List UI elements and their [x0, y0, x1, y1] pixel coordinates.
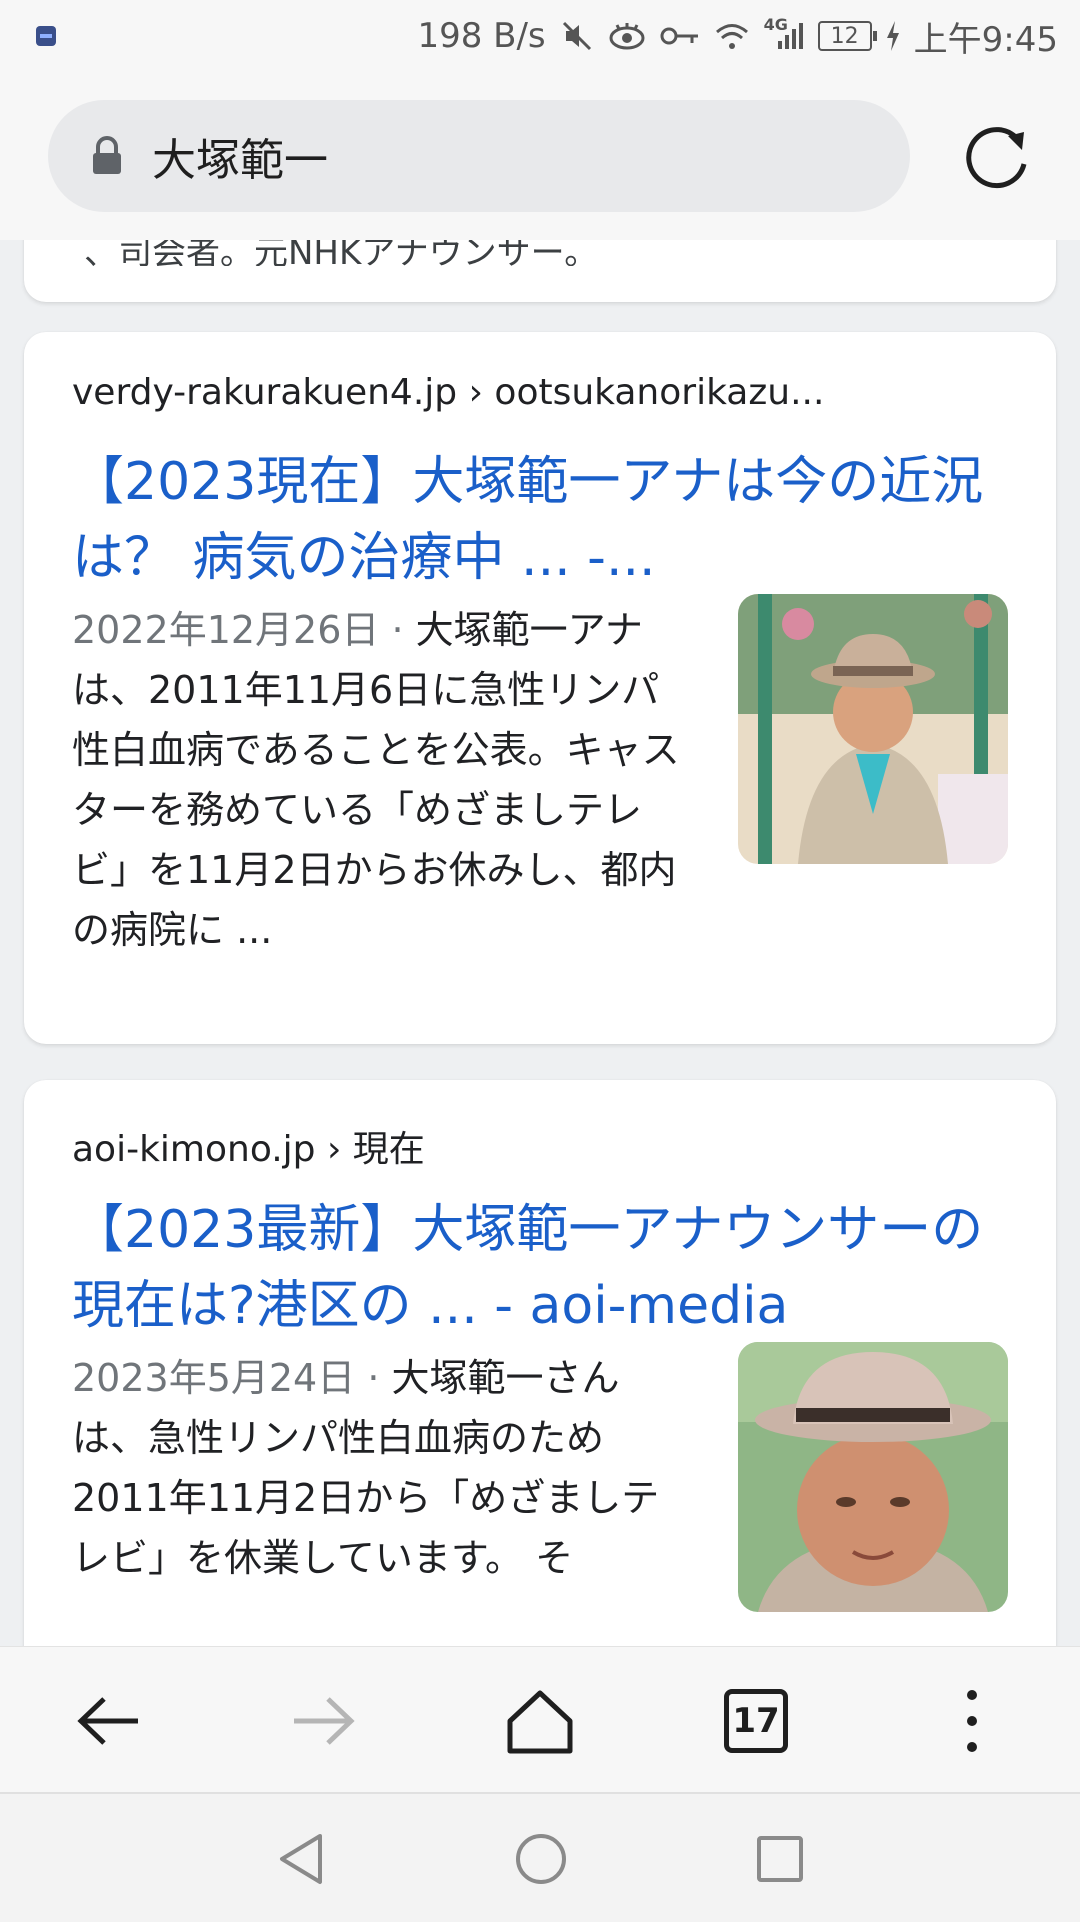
result-title-link[interactable]: 【2023最新】大塚範一アナウンサーの現在は?港区の ... - aoi-med… [72, 1192, 1032, 1344]
wifi-icon [714, 21, 750, 51]
home-icon [507, 1690, 573, 1754]
more-vertical-icon [967, 1690, 977, 1752]
url-text[interactable]: 大塚範一 [152, 124, 328, 188]
clock: 上午9:45 [913, 19, 1058, 60]
lock-icon [90, 136, 124, 176]
result-snippet-block: 2022年12月26日 · 大塚範一アナは、2011年11月6日に急性リンパ性白… [72, 600, 692, 960]
square-recents-icon [757, 1836, 803, 1882]
back-arrow-icon [77, 1697, 138, 1745]
battery-level: 12 [830, 23, 859, 49]
eye-comfort-icon [608, 21, 646, 51]
result-breadcrumb[interactable]: aoi-kimono.jp › 現在 [72, 1120, 425, 1172]
tab-count: 17 [724, 1689, 788, 1753]
key-icon [660, 24, 700, 48]
forward-button[interactable] [282, 1679, 366, 1763]
browser-address-area: 大塚範一 [0, 72, 1080, 240]
reload-icon[interactable] [960, 118, 1036, 194]
nav-back-button[interactable] [266, 1824, 336, 1894]
result-date: 2023年5月24日 [72, 1356, 356, 1400]
net-speed: 198 B/s [417, 16, 546, 56]
cellular-signal-icon: 4G [764, 15, 804, 51]
result-title-link[interactable]: 【2023現在】大塚範一アナは今の近況は？ 病気の治療中 ... -... [72, 444, 1032, 596]
nav-recents-button[interactable] [745, 1824, 815, 1894]
result-breadcrumb[interactable]: verdy-rakurakuen4.jp › ootsukanorikazu..… [72, 372, 824, 413]
app-notification-icon [36, 26, 56, 46]
mute-icon [560, 19, 594, 53]
search-result-card[interactable]: verdy-rakurakuen4.jp › ootsukanorikazu..… [24, 332, 1056, 1044]
date-separator: · [379, 608, 416, 652]
battery-icon: 12 [817, 21, 877, 51]
system-navigation-bar [0, 1792, 1080, 1922]
forward-arrow-icon [294, 1697, 355, 1745]
result-thumbnail[interactable] [738, 1342, 1008, 1612]
circle-home-icon [516, 1834, 566, 1884]
result-snippet: 大塚範一アナは、2011年11月6日に急性リンパ性白血病であることを公表。キャス… [72, 608, 680, 952]
previous-result-snippet: 、司会者。元NHKアナウンサー。 [84, 240, 599, 266]
result-date: 2022年12月26日 [72, 608, 380, 652]
status-bar: 198 B/s 4G 12 上午9:45 [0, 0, 1080, 72]
result-thumbnail[interactable] [738, 594, 1008, 864]
url-field[interactable]: 大塚範一 [48, 100, 910, 212]
tabs-button[interactable]: 17 [714, 1679, 798, 1763]
network-type: 4G [763, 15, 788, 34]
date-separator: · [355, 1356, 392, 1400]
previous-result-card[interactable]: 、司会者。元NHKアナウンサー。 [24, 240, 1056, 302]
search-result-card[interactable]: aoi-kimono.jp › 現在 【2023最新】大塚範一アナウンサーの現在… [24, 1080, 1056, 1646]
search-results: 、司会者。元NHKアナウンサー。 verdy-rakurakuen4.jp › … [0, 240, 1080, 1646]
status-icons: 198 B/s 4G 12 上午9:45 [417, 14, 1058, 60]
back-button[interactable] [66, 1679, 150, 1763]
charging-icon [886, 21, 900, 51]
nav-home-button[interactable] [506, 1824, 576, 1894]
triangle-back-icon [280, 1834, 322, 1884]
home-button[interactable] [498, 1679, 582, 1763]
browser-toolbar: 17 [0, 1646, 1080, 1793]
result-snippet-block: 2023年5月24日 · 大塚範一さんは、急性リンパ性白血病のため2011年11… [72, 1348, 692, 1588]
menu-button[interactable] [930, 1679, 1014, 1763]
